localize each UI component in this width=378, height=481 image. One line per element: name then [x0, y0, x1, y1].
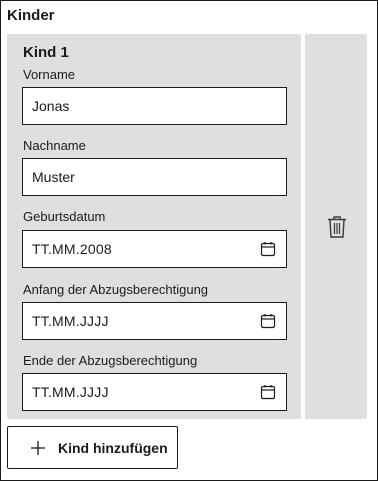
deduction-end-value: TT.MM.JJJJ — [32, 384, 109, 400]
children-section: Kinder Kind 1 Vorname Jonas Nachname Mus… — [0, 0, 378, 481]
add-child-label: Kind hinzufügen — [58, 439, 168, 456]
first-name-value: Jonas — [32, 98, 70, 114]
calendar-icon[interactable] — [260, 384, 276, 400]
child-title: Kind 1 — [23, 44, 69, 61]
deduction-start-value: TT.MM.JJJJ — [32, 313, 109, 329]
add-child-button[interactable]: Kind hinzufügen — [7, 426, 178, 469]
last-name-value: Muster — [32, 169, 75, 185]
plus-icon — [31, 440, 45, 455]
deduction-start-field[interactable]: TT.MM.JJJJ — [22, 302, 287, 340]
calendar-icon[interactable] — [260, 241, 276, 257]
deduction-end-field[interactable]: TT.MM.JJJJ — [22, 373, 287, 411]
child-card: Kind 1 Vorname Jonas Nachname Muster Geb… — [7, 34, 301, 419]
calendar-icon[interactable] — [260, 313, 276, 329]
first-name-label: Vorname — [23, 67, 76, 82]
trash-icon[interactable] — [326, 215, 348, 239]
birth-date-value: TT.MM.2008 — [32, 241, 112, 257]
child-actions-panel — [305, 34, 367, 419]
birth-date-field[interactable]: TT.MM.2008 — [22, 230, 287, 268]
section-title: Kinder — [7, 7, 55, 24]
last-name-label: Nachname — [23, 138, 86, 153]
last-name-field[interactable]: Muster — [22, 158, 287, 196]
deduction-end-label: Ende der Abzugsberechtigung — [23, 353, 198, 368]
deduction-start-label: Anfang der Abzugsberechtigung — [23, 282, 209, 297]
birth-date-label: Geburtsdatum — [23, 209, 106, 224]
first-name-field[interactable]: Jonas — [22, 87, 287, 125]
